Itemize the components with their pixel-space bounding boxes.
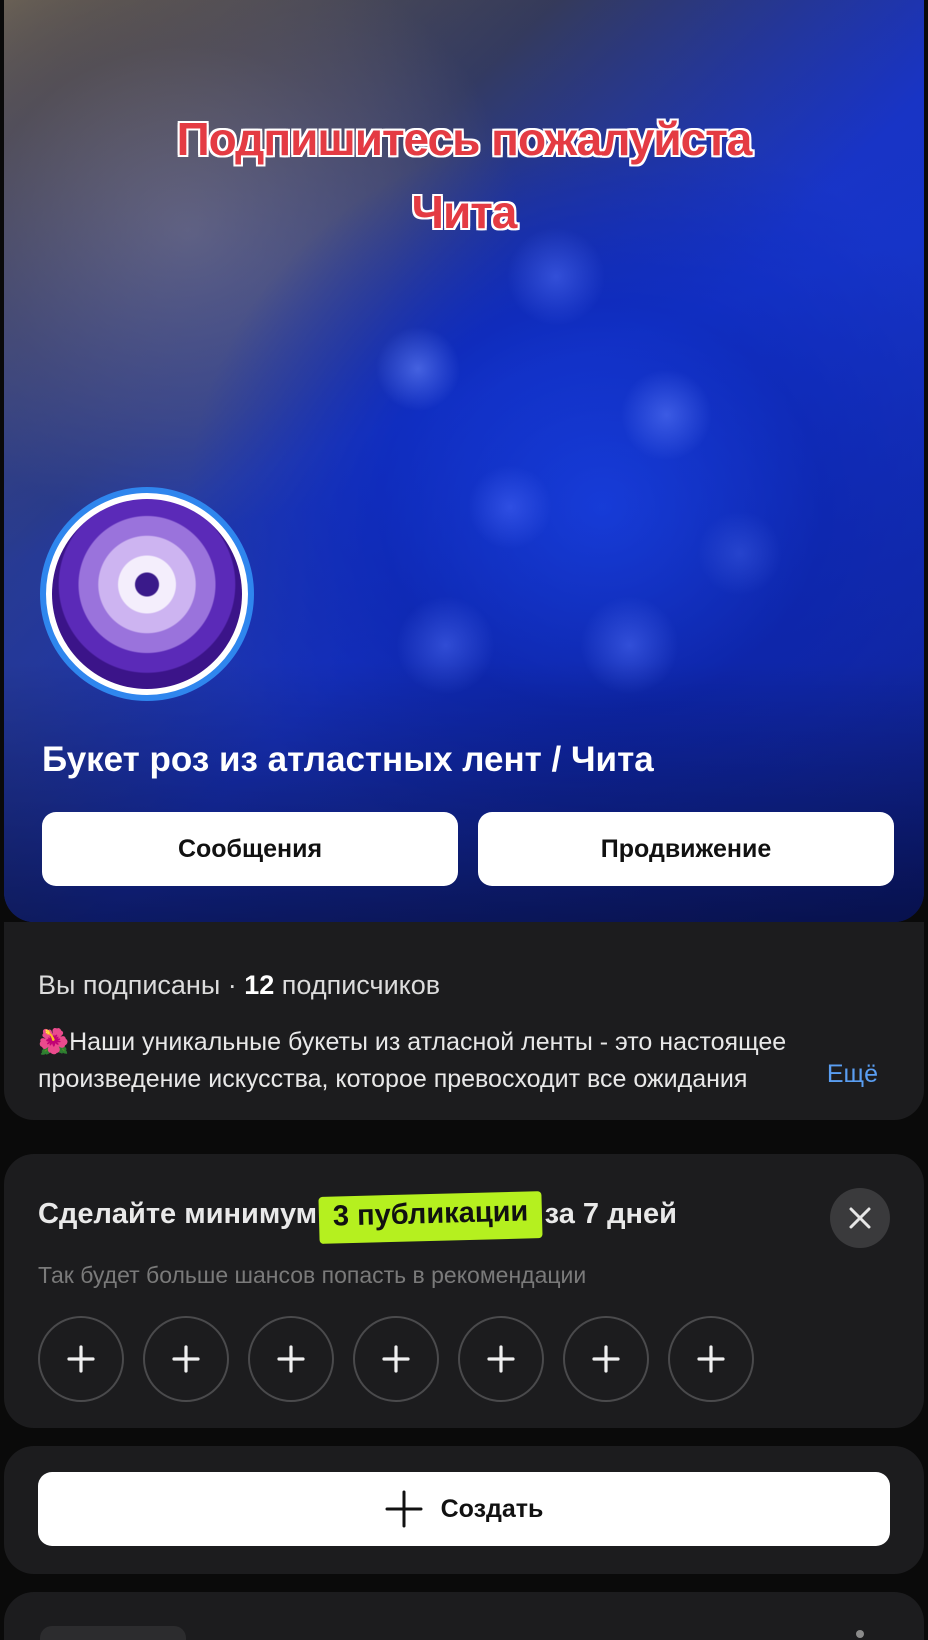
subscribers-status[interactable]: Вы подписаны · 12 подписчиков [38,970,440,1001]
plus-icon [487,1345,515,1373]
add-publication-slot-3[interactable] [248,1316,334,1402]
avatar-image [52,499,242,689]
challenge-title-end: за 7 дней [536,1198,677,1230]
next-card [4,1592,924,1640]
create-label: Создать [440,1494,544,1523]
plus-icon [277,1345,305,1373]
more-link[interactable]: Ещё [827,1060,878,1089]
create-button[interactable]: Создать [38,1472,890,1546]
close-icon [849,1207,871,1229]
add-publication-slot-5[interactable] [458,1316,544,1402]
add-publication-slot-4[interactable] [353,1316,439,1402]
plus-icon [697,1345,725,1373]
promotion-button[interactable]: Продвижение [478,812,894,886]
info-card: Вы подписаны · 12 подписчиков 🌺Наши уник… [4,922,924,1120]
community-description: 🌺Наши уникальные букеты из атласной лент… [38,1024,878,1098]
description-line-1: 🌺Наши уникальные букеты из атласной лент… [38,1028,787,1056]
plus-icon [382,1345,410,1373]
menu-dot-icon[interactable] [856,1630,864,1638]
challenge-title-start: Сделайте минимум [38,1198,326,1230]
messages-button[interactable]: Сообщения [42,812,458,886]
subscribed-label: Вы подписаны · [38,970,245,1000]
cover-image: Подпишитесь пожалуйста Чита Букет роз из… [4,0,924,922]
plus-icon [172,1345,200,1373]
cover-overlay-line1: Подпишитесь пожалуйста [176,113,753,165]
cover-overlay-line2: Чита [411,186,518,238]
page-title: Букет роз из атластных лент / Чита [42,740,654,779]
avatar[interactable] [40,487,254,701]
add-publication-slot-7[interactable] [668,1316,754,1402]
description-line-2: произведение искусства, которое превосхо… [38,1065,748,1093]
subscribers-word: подписчиков [274,970,441,1000]
subscriber-count: 12 [244,970,275,1000]
add-publication-slot-6[interactable] [563,1316,649,1402]
publication-challenge-card: Сделайте минимум 3 публикации за 7 дней … [4,1154,924,1428]
plus-icon [592,1345,620,1373]
publication-slots [38,1316,754,1402]
plus-icon [385,1490,423,1528]
plus-icon [67,1345,95,1373]
challenge-title: Сделайте минимум 3 публикации за 7 дней [38,1191,677,1244]
close-button[interactable] [830,1188,890,1248]
challenge-highlight: 3 публикации [318,1191,544,1244]
add-publication-slot-2[interactable] [143,1316,229,1402]
challenge-subtitle: Так будет больше шансов попасть в рекоме… [38,1262,587,1288]
create-card: Создать [4,1446,924,1574]
add-publication-slot-1[interactable] [38,1316,124,1402]
next-card-chip[interactable] [40,1626,186,1640]
